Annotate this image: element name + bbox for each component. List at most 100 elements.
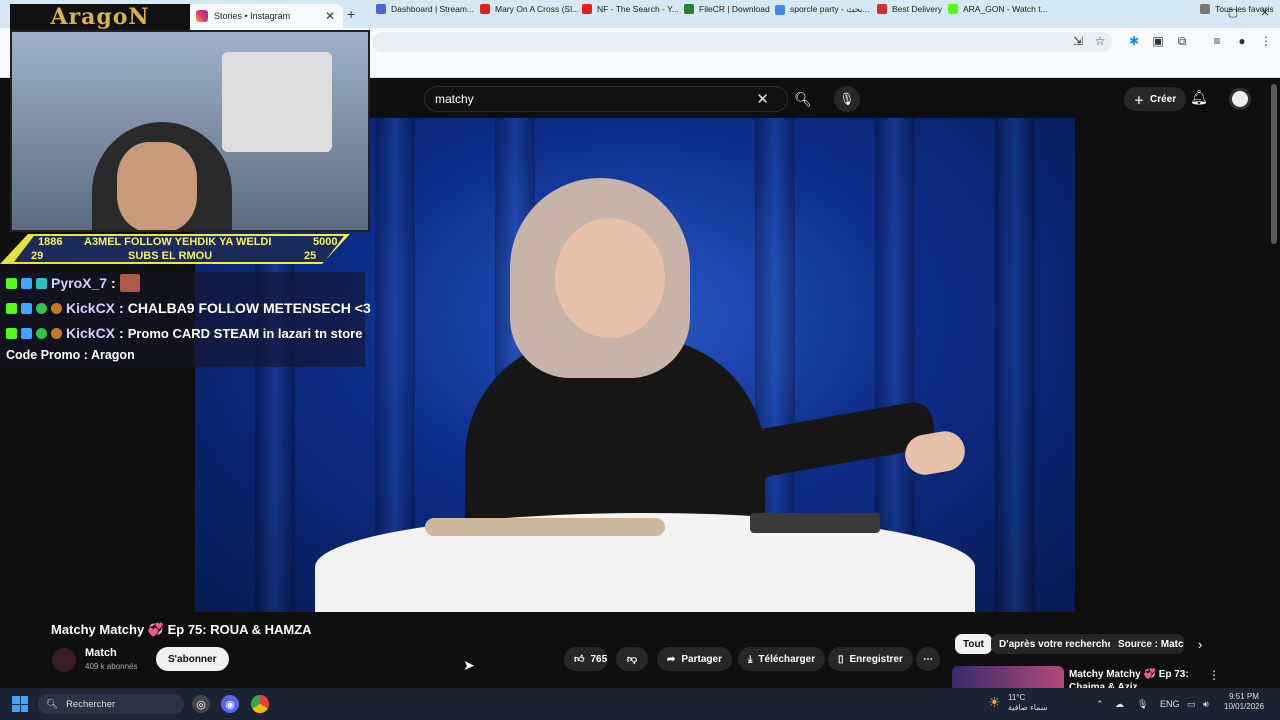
- subs-goal-text: SUBS EL RMOU: [128, 250, 213, 262]
- verified-badge-icon: [21, 277, 32, 289]
- chip-related[interactable]: D'après votre recherche: [991, 634, 1122, 654]
- page-scrollbar[interactable]: [1271, 84, 1277, 244]
- speaker-icon[interactable]: 🔊︎: [1203, 699, 1209, 710]
- stream-logo: AragoN: [10, 4, 190, 30]
- chevron-up-icon[interactable]: ⌃: [1096, 699, 1104, 710]
- promo-code: Code Promo : Aragon: [6, 348, 135, 362]
- avatar[interactable]: [1229, 88, 1251, 110]
- channel-avatar[interactable]: [52, 648, 76, 672]
- download-icon: ⤓: [748, 653, 753, 665]
- chip-all[interactable]: Tout: [955, 634, 992, 654]
- curtain-fold: [995, 118, 1035, 612]
- recommended-thumbnail[interactable]: [952, 666, 1064, 688]
- kick-icon: [948, 4, 958, 14]
- bookmark-item[interactable]: sporcle party - بحث...: [775, 4, 870, 15]
- extension-icon[interactable]: ✱: [1125, 34, 1143, 48]
- moderator-badge-icon: [51, 302, 62, 314]
- bookmark-item[interactable]: Best Delivery: [877, 4, 942, 14]
- youtube-icon: [582, 4, 592, 14]
- channel-subscribers: 409 k abonnés: [85, 662, 138, 671]
- weather-icon: ☀: [988, 694, 1001, 710]
- kick-badge-icon: [6, 277, 17, 289]
- tab-title: Stories • Instagram: [214, 11, 291, 21]
- bookmark-item[interactable]: NF - The Search - Y...: [582, 4, 679, 14]
- weather-widget[interactable]: 11°C سماء صافية: [1008, 693, 1048, 713]
- bookmark-star-icon[interactable]: ☆: [1091, 34, 1109, 48]
- media-icon[interactable]: ≡: [1208, 34, 1226, 48]
- language-indicator[interactable]: ENG: [1160, 699, 1180, 709]
- notifications-bell-icon[interactable]: 🔔︎: [1190, 89, 1208, 106]
- phone-object: [750, 513, 880, 533]
- share-button[interactable]: ➦ Partager: [657, 647, 732, 671]
- subscribe-button[interactable]: S'abonner: [156, 647, 229, 671]
- folder-icon: [1200, 4, 1210, 14]
- microphone-icon: 🎙︎: [839, 92, 855, 106]
- new-tab-button[interactable]: +: [347, 6, 355, 22]
- bookmark-item[interactable]: ARA_GON - Watch t...: [948, 4, 1048, 14]
- bookmark-item[interactable]: Mary On A Cross (Sl...: [480, 4, 579, 14]
- person-face: [555, 218, 665, 338]
- check-badge-icon: [36, 302, 47, 314]
- chevron-right-icon[interactable]: ›: [1198, 637, 1202, 652]
- more-actions-button[interactable]: ⋯: [916, 647, 940, 671]
- microphone-icon[interactable]: 🎙︎: [1137, 699, 1148, 710]
- close-tab-icon[interactable]: ✕: [325, 9, 335, 23]
- omnibox[interactable]: [372, 32, 1112, 52]
- recommended-title[interactable]: Matchy Matchy 💞 Ep 73: Chaima & Aziz: [1069, 668, 1199, 688]
- browser-menu-icon[interactable]: ⋮: [1257, 34, 1275, 48]
- install-icon[interactable]: ⇲: [1069, 34, 1087, 48]
- taskbar-search[interactable]: 🔍︎ Rechercher: [38, 694, 184, 714]
- like-button[interactable]: 👍︎ 765: [564, 647, 608, 671]
- search-button[interactable]: 🔍︎: [788, 86, 818, 112]
- google-icon: [775, 4, 785, 15]
- save-button[interactable]: ▯ Enregistrer: [828, 647, 913, 671]
- verified-badge-icon: [21, 327, 32, 339]
- follow-goal-text: A3MEL FOLLOW YEHDIK YA WELDI: [84, 236, 272, 248]
- chat-message: KickCX: Promo CARD STEAM in lazari tn st…: [6, 325, 362, 341]
- task-view-icon[interactable]: ◎: [192, 695, 210, 713]
- follow-target: 5000: [313, 236, 338, 248]
- bookmark-favicon-icon: [684, 4, 694, 14]
- chrome-icon[interactable]: [251, 695, 269, 713]
- extension-icon[interactable]: ▣: [1149, 34, 1167, 48]
- chat-message: PyroX_7:: [6, 274, 140, 292]
- all-bookmarks[interactable]: Tous les favoris: [1200, 4, 1274, 14]
- taskbar-clock[interactable]: 9:51 PM 10/01/2026: [1224, 692, 1264, 712]
- bookmark-item[interactable]: Dashboard | Stream...: [376, 4, 474, 14]
- tab-instagram[interactable]: Stories • Instagram ✕: [188, 4, 343, 28]
- thumbs-up-icon: 👍︎: [574, 654, 585, 665]
- voice-search-button[interactable]: 🎙︎: [834, 86, 860, 112]
- dislike-button[interactable]: 👎︎: [616, 647, 648, 671]
- bookmark-favicon-icon: [877, 4, 887, 14]
- clear-search-icon[interactable]: ✕: [756, 90, 769, 108]
- check-badge-icon: [36, 327, 47, 339]
- follow-count: 1886: [38, 236, 63, 248]
- download-button[interactable]: ⤓ Télécharger: [738, 647, 826, 671]
- chat-message: KickCX: CHALBA9 FOLLOW METENSECH <3: [6, 300, 371, 316]
- chip-source[interactable]: Source : Match: [1110, 634, 1184, 654]
- sub-badge-icon: [36, 277, 47, 289]
- display-icon[interactable]: ▭: [1187, 699, 1196, 710]
- create-button[interactable]: ＋ Créer: [1124, 87, 1187, 111]
- windows-start-icon[interactable]: [12, 696, 28, 712]
- search-icon: 🔍︎: [46, 698, 59, 710]
- extensions-puzzle-icon[interactable]: ⧉: [1173, 34, 1191, 49]
- plus-icon: ＋: [1134, 95, 1144, 107]
- more-vert-icon[interactable]: ⋮: [1208, 668, 1220, 682]
- discord-icon[interactable]: ◉: [221, 695, 239, 713]
- cloud-icon[interactable]: ☁: [1115, 699, 1124, 710]
- emote-icon: [119, 274, 140, 292]
- channel-name[interactable]: Match: [85, 647, 117, 659]
- mouse-cursor-icon: ➤: [463, 657, 475, 673]
- instagram-icon: [196, 10, 208, 22]
- subs-count: 29: [31, 250, 44, 262]
- kick-badge-icon: [6, 327, 17, 339]
- thumbs-down-icon: 👎︎: [626, 654, 638, 665]
- kick-badge-icon: [6, 302, 17, 314]
- search-input[interactable]: matchy ✕: [424, 86, 788, 112]
- subs-target: 25: [304, 250, 317, 262]
- streamer-face: [117, 142, 197, 230]
- bookmark-icon: ▯: [838, 653, 844, 665]
- bookmark-item[interactable]: FileCR | Download: [684, 4, 770, 14]
- profile-icon[interactable]: ●: [1233, 34, 1251, 48]
